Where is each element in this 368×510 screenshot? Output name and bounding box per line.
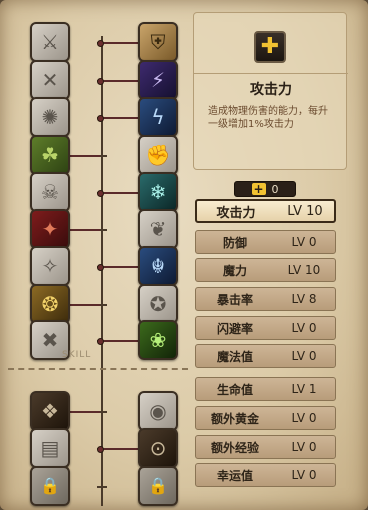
stat-level: LV 0 xyxy=(291,349,317,363)
skill-connector xyxy=(104,340,138,342)
skill-node-dot xyxy=(97,338,104,345)
skill-node-dot xyxy=(97,264,104,271)
skill-connector xyxy=(70,411,100,413)
plus-icon: ✚ xyxy=(254,31,286,63)
skill-node-dot xyxy=(97,446,104,453)
skill-connector xyxy=(104,266,138,268)
stat-row[interactable]: 防御 LV 0 xyxy=(195,230,336,254)
ice-shard-icon[interactable]: ❄ xyxy=(138,172,178,212)
blade-fire-icon[interactable]: ✦ xyxy=(30,209,70,249)
game-skill-panel: ⚔ ✕ ✺ ☘ ☠ ✦ ✧ ❂ ✖ ❖ ▤ 🔒 ⛨ ⚡ ϟ ✊ ❄ ❦ ☬ ✪ ❀ ◉ ⊙ 🔒 SKILL ✚ 攻击力 造成物… xyxy=(0,0,368,510)
stat-level: LV 0 xyxy=(291,440,317,454)
skill-connector xyxy=(104,42,138,44)
arcane-strike-icon[interactable]: ⚡ xyxy=(138,60,178,100)
skill-node-dot xyxy=(97,190,104,197)
lightning-icon[interactable]: ϟ xyxy=(138,97,178,137)
whirlwind-icon[interactable]: ✺ xyxy=(30,97,70,137)
stat-level: LV 1 xyxy=(291,382,317,396)
skill-node-dot xyxy=(97,78,104,85)
lock-icon[interactable]: 🔒 xyxy=(30,466,70,506)
green-spirit-icon[interactable]: ❀ xyxy=(138,320,178,360)
stone-tome-icon[interactable]: ▤ xyxy=(30,428,70,468)
stat-name: 额外经验 xyxy=(210,440,259,455)
skill-tree-trunk xyxy=(101,36,103,506)
skill-connector xyxy=(104,448,138,450)
stat-level: LV 0 xyxy=(291,411,317,425)
eye-rune-icon[interactable]: ◉ xyxy=(138,391,178,431)
skill-tree: ⚔ ✕ ✺ ☘ ☠ ✦ ✧ ❂ ✖ ❖ ▤ 🔒 ⛨ ⚡ ϟ ✊ ❄ ❦ ☬ ✪ ❀ ◉ ⊙ 🔒 SKILL xyxy=(0,0,192,510)
shield-emblem-icon[interactable]: ⛨ xyxy=(138,22,178,62)
skill-connector xyxy=(104,117,138,119)
skill-title: 攻击力 xyxy=(250,82,292,98)
stat-points-counter: + 0 xyxy=(234,181,296,197)
stat-level: LV 10 xyxy=(287,263,321,277)
golden-eye-icon[interactable]: ⊙ xyxy=(138,428,178,468)
wing-icon[interactable]: ❦ xyxy=(138,209,178,249)
skill-connector xyxy=(70,229,100,231)
claw-icon[interactable]: ✧ xyxy=(30,246,70,286)
info-divider xyxy=(194,73,348,74)
double-slash-icon[interactable]: ✕ xyxy=(30,60,70,100)
stat-row[interactable]: 魔力 LV 10 xyxy=(195,258,336,282)
stat-name: 攻击力 xyxy=(216,205,256,221)
tier-divider xyxy=(8,368,188,370)
stat-row[interactable]: 魔法值 LV 0 xyxy=(195,344,336,368)
stat-name: 防御 xyxy=(222,235,247,250)
stat-level: LV 0 xyxy=(291,235,317,249)
skill-tree-label: SKILL xyxy=(62,350,92,360)
stat-level: LV 0 xyxy=(291,468,317,482)
stat-name: 闪避率 xyxy=(216,321,253,336)
stat-name: 额外黄金 xyxy=(210,411,259,426)
skill-node-dot xyxy=(97,40,104,47)
lock-icon[interactable]: 🔒 xyxy=(138,466,178,506)
skill-connector xyxy=(104,192,138,194)
stone-golem-icon[interactable]: ✪ xyxy=(138,284,178,324)
serpent-icon[interactable]: ☘ xyxy=(30,135,70,175)
skull-icon[interactable]: ☠ xyxy=(30,172,70,212)
golden-beast-icon[interactable]: ❂ xyxy=(30,284,70,324)
stat-level: LV 0 xyxy=(291,321,317,335)
stat-level: LV 8 xyxy=(291,292,317,306)
stat-level: LV 10 xyxy=(287,203,323,219)
stat-name: 生命值 xyxy=(216,382,253,397)
skill-connector xyxy=(70,304,100,306)
skill-connector xyxy=(70,155,100,157)
tree-tick xyxy=(97,486,107,488)
stat-row[interactable]: 暴击率 LV 8 xyxy=(195,287,336,311)
skill-connector xyxy=(104,80,138,82)
crimson-tome-icon[interactable]: ❖ xyxy=(30,391,70,431)
skill-description: 造成物理伤害的能力，每升一级增加1%攻击力 xyxy=(208,106,328,130)
stat-points-value: 0 xyxy=(271,182,279,196)
stat-row[interactable]: 额外黄金 LV 0 xyxy=(195,406,336,430)
stat-name: 幸运值 xyxy=(216,468,253,483)
stat-name: 魔力 xyxy=(222,263,247,278)
stat-row[interactable]: 攻击力 LV 10 xyxy=(195,199,336,223)
skill-node-dot xyxy=(97,115,104,122)
stat-name: 魔法值 xyxy=(216,349,253,364)
gauntlet-icon[interactable]: ✊ xyxy=(138,135,178,175)
sword-slash-icon[interactable]: ⚔ xyxy=(30,22,70,62)
plus-icon: + xyxy=(251,182,266,196)
stat-row[interactable]: 闪避率 LV 0 xyxy=(195,316,336,340)
frost-dragon-icon[interactable]: ☬ xyxy=(138,246,178,286)
stat-row[interactable]: 额外经验 LV 0 xyxy=(195,435,336,459)
skill-info-panel: ✚ 攻击力 造成物理伤害的能力，每升一级增加1%攻击力 xyxy=(193,12,348,170)
stat-row[interactable]: 幸运值 LV 0 xyxy=(195,463,336,487)
stat-name: 暴击率 xyxy=(216,292,253,307)
stat-row[interactable]: 生命值 LV 1 xyxy=(195,377,336,401)
